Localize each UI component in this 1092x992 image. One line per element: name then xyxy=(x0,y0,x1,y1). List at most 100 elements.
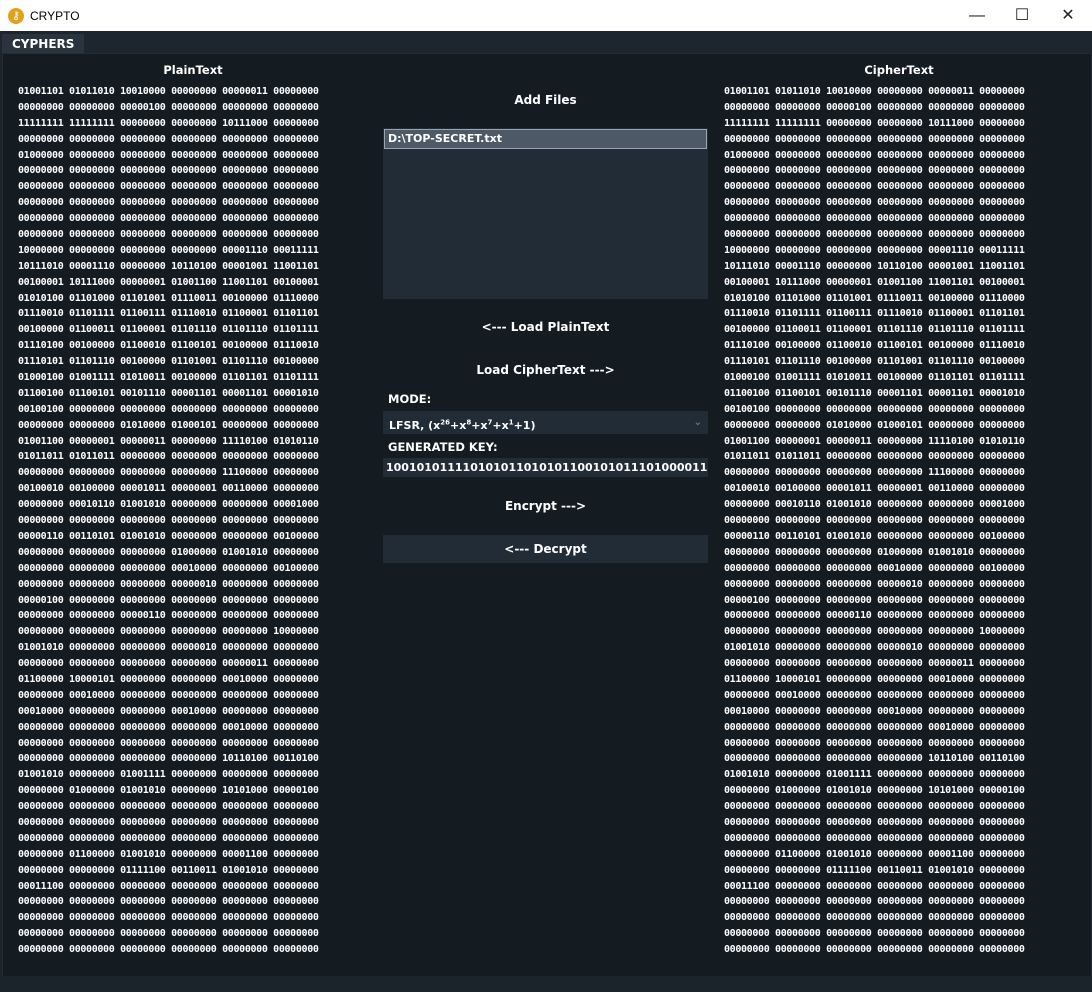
tab-bar: CYPHERS xyxy=(0,31,1092,55)
binary-line: 00000000 00000000 00000000 00000000 0000… xyxy=(724,912,1025,924)
binary-line: 00100001 10111000 00000001 01001100 1100… xyxy=(18,276,319,288)
binary-line: 00000000 00000000 00000000 00000000 0000… xyxy=(18,229,319,241)
binary-line: 00000000 00000000 00000000 00000000 0000… xyxy=(18,658,319,670)
binary-line: 01000100 01001111 01010011 00100000 0110… xyxy=(724,372,1025,384)
binary-line: 01010100 01101000 01101001 01110011 0010… xyxy=(18,292,319,304)
load-plaintext-button[interactable]: <--- Load PlainText xyxy=(383,313,708,341)
ciphertext-textbox[interactable]: 01001101 01011010 10010000 00000000 0000… xyxy=(722,84,1073,961)
binary-line: 01110101 01101110 00100000 01101001 0110… xyxy=(724,356,1025,368)
plaintext-textbox[interactable]: 01001101 01011010 10010000 00000000 0000… xyxy=(16,84,367,961)
binary-line: 00000000 00000000 00000000 00000000 0000… xyxy=(18,515,319,527)
tab-cyphers[interactable]: CYPHERS xyxy=(2,34,85,55)
binary-line: 00000000 00000000 01111100 00110011 0100… xyxy=(18,864,319,876)
binary-line: 00100001 10111000 00000001 01001100 1100… xyxy=(724,276,1025,288)
binary-line: 00000000 01000000 01001010 00000000 1010… xyxy=(724,785,1025,797)
binary-line: 00000000 00000000 00000110 00000000 0000… xyxy=(724,610,1025,622)
binary-line: 00000000 00000000 00000000 00000000 0000… xyxy=(18,737,319,749)
binary-line: 00000000 00000000 00000000 00010000 0000… xyxy=(18,562,319,574)
binary-line: 00000000 00000000 00000000 00000000 0000… xyxy=(18,626,319,638)
generated-key-field[interactable]: 1001010111101010110101011001010111010000… xyxy=(383,458,708,477)
binary-line: 00000000 00000000 00000000 00000000 1110… xyxy=(18,467,319,479)
binary-line: 00100100 00000000 00000000 00000000 0000… xyxy=(724,403,1025,415)
binary-line: 00000000 00000000 00000000 00000000 1110… xyxy=(724,467,1025,479)
binary-line: 00000000 00000000 00000000 00000000 0000… xyxy=(724,197,1025,209)
binary-line: 01100000 10000101 00000000 00000000 0001… xyxy=(724,673,1025,685)
binary-line: 00010000 00000000 00000000 00010000 0000… xyxy=(18,705,319,717)
chevron-down-icon[interactable]: ⌄ xyxy=(694,411,702,434)
binary-line: 01001010 00000000 00000000 00000010 0000… xyxy=(18,642,319,654)
binary-line: 00000000 00000000 00000000 00000000 0000… xyxy=(724,944,1025,956)
binary-line: 00000000 00000000 00000000 00000000 0000… xyxy=(724,626,1025,638)
binary-line: 01000100 01001111 01010011 00100000 0110… xyxy=(18,372,319,384)
maximize-button[interactable]: ☐ xyxy=(999,0,1045,31)
binary-line: 00000000 00000000 00000000 00000000 0000… xyxy=(724,515,1025,527)
window-title: CRYPTO xyxy=(30,9,80,23)
add-files-button[interactable]: Add Files xyxy=(383,86,708,114)
binary-line: 00011100 00000000 00000000 00000000 0000… xyxy=(724,880,1025,892)
binary-line: 00000000 00000000 01010000 01000101 0000… xyxy=(18,419,319,431)
binary-line: 01000000 00000000 00000000 00000000 0000… xyxy=(724,149,1025,161)
binary-line: 01000000 00000000 00000000 00000000 0000… xyxy=(18,149,319,161)
binary-line: 00000000 00000000 00000000 00000000 0000… xyxy=(724,896,1025,908)
binary-line: 00010000 00000000 00000000 00010000 0000… xyxy=(724,705,1025,717)
binary-line: 01001010 00000000 00000000 00000010 0000… xyxy=(724,642,1025,654)
binary-line: 01011011 01011011 00000000 00000000 0000… xyxy=(18,451,319,463)
binary-line: 00000000 00000000 00000000 00000000 0000… xyxy=(18,197,319,209)
binary-line: 00000000 00000000 00000100 00000000 0000… xyxy=(724,101,1025,113)
binary-line: 01001101 01011010 10010000 00000000 0000… xyxy=(18,86,319,97)
binary-line: 00000000 00010110 01001010 00000000 0000… xyxy=(724,499,1025,511)
binary-line: 01010100 01101000 01101001 01110011 0010… xyxy=(724,292,1025,304)
binary-line: 00000000 00000000 00000000 00000000 0000… xyxy=(724,181,1025,193)
binary-line: 00000000 01100000 01001010 00000000 0000… xyxy=(18,848,319,860)
binary-line: 01110100 00100000 01100010 01100101 0010… xyxy=(724,340,1025,352)
mode-select[interactable]: LFSR, (x26+x8+x7+x1+1) ⌄ xyxy=(383,411,708,434)
binary-line: 00100010 00100000 00001011 00000001 0011… xyxy=(724,483,1025,495)
minimize-button[interactable]: — xyxy=(954,0,1000,31)
binary-line: 01001101 01011010 10010000 00000000 0000… xyxy=(724,86,1025,97)
binary-line: 11111111 11111111 00000000 00000000 1011… xyxy=(724,117,1025,129)
close-button[interactable]: ✕ xyxy=(1045,0,1091,31)
binary-line: 10000000 00000000 00000000 00000000 0000… xyxy=(18,244,319,256)
binary-line: 01110010 01101111 01100111 01110010 0110… xyxy=(18,308,319,320)
binary-line: 00000000 00000000 00000000 00000000 0000… xyxy=(18,213,319,225)
binary-line: 00000000 00000000 00000000 00000000 0000… xyxy=(18,832,319,844)
binary-line: 00000110 00110101 01001010 00000000 0000… xyxy=(724,530,1025,542)
binary-line: 11111111 11111111 00000000 00000000 1011… xyxy=(18,117,319,129)
binary-line: 00000000 00000000 00000000 00010000 0000… xyxy=(724,562,1025,574)
binary-line: 00000000 00000000 00000000 00000000 0000… xyxy=(18,896,319,908)
binary-line: 00100000 01100011 01100001 01101110 0110… xyxy=(18,324,319,336)
binary-line: 00000000 00000000 00000000 00000000 0000… xyxy=(724,928,1025,940)
binary-line: 00000000 00000000 00000000 00000000 0000… xyxy=(724,832,1025,844)
mode-label: MODE: xyxy=(388,392,432,406)
binary-line: 00000000 00000000 00000000 00000000 0000… xyxy=(724,213,1025,225)
load-ciphertext-button[interactable]: Load CipherText ---> xyxy=(383,356,708,384)
binary-line: 00000000 00000000 00000000 00000000 0000… xyxy=(18,928,319,940)
binary-line: 00000000 00000000 00000000 01000000 0100… xyxy=(724,546,1025,558)
binary-line: 00000000 00000000 00000000 00000000 0000… xyxy=(724,801,1025,813)
binary-line: 00000000 00000000 00000000 01000000 0100… xyxy=(18,546,319,558)
binary-line: 01100100 01100101 00101110 00001101 0000… xyxy=(18,387,319,399)
binary-line: 00000000 00000000 00000000 00000000 0000… xyxy=(18,165,319,177)
binary-line: 00000100 00000000 00000000 00000000 0000… xyxy=(18,594,319,606)
binary-line: 10111010 00001110 00000000 10110100 0000… xyxy=(18,260,319,272)
binary-line: 01001100 00000001 00000011 00000000 1111… xyxy=(18,435,319,447)
binary-line: 00000000 00000000 00000000 00000000 0000… xyxy=(18,133,319,145)
binary-line: 01001010 00000000 01001111 00000000 0000… xyxy=(724,769,1025,781)
key-icon: ⚷ xyxy=(8,8,24,24)
binary-line: 00000000 00000000 00000100 00000000 0000… xyxy=(18,101,319,113)
decrypt-button[interactable]: <--- Decrypt xyxy=(383,535,708,563)
binary-line: 01011011 01011011 00000000 00000000 0000… xyxy=(724,451,1025,463)
encrypt-button[interactable]: Encrypt ---> xyxy=(383,492,708,520)
file-list-item[interactable]: D:\TOP-SECRET.txt xyxy=(384,129,707,149)
binary-line: 00000000 00000000 00000000 00000010 0000… xyxy=(724,578,1025,590)
binary-line: 00000000 01100000 01001010 00000000 0000… xyxy=(724,848,1025,860)
status-bar xyxy=(0,976,1092,992)
binary-line: 00000000 00010000 00000000 00000000 0000… xyxy=(724,689,1025,701)
binary-line: 00000000 00000000 00000000 00000000 0000… xyxy=(724,229,1025,241)
binary-line: 00000000 00000000 00000000 00000000 0000… xyxy=(18,944,319,956)
binary-line: 01001010 00000000 01001111 00000000 0000… xyxy=(18,769,319,781)
binary-line: 00000000 00000000 00000000 00000000 0000… xyxy=(724,133,1025,145)
file-list[interactable]: D:\TOP-SECRET.txt xyxy=(383,128,708,299)
binary-line: 00000000 00000000 00000000 00000000 0000… xyxy=(18,816,319,828)
binary-line: 00000100 00000000 00000000 00000000 0000… xyxy=(724,594,1025,606)
